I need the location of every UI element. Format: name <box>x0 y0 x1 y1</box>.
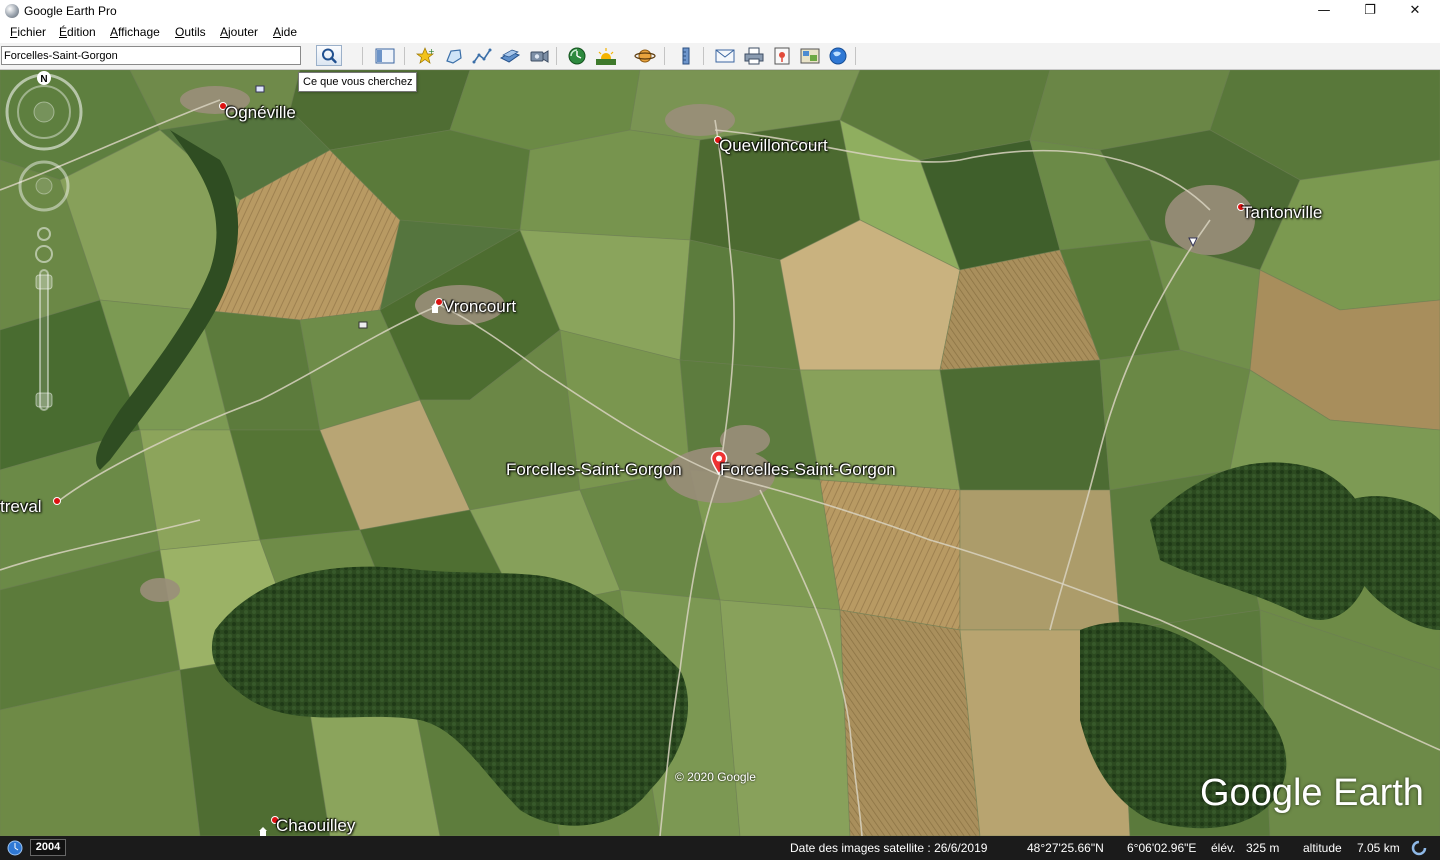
toolbar: + <box>0 43 1440 70</box>
elevation-value: 325 m <box>1246 841 1280 855</box>
close-button[interactable]: ✕ <box>1392 0 1438 22</box>
print-button[interactable] <box>743 46 765 66</box>
sidebar-toggle-button[interactable] <box>374 46 396 66</box>
menu-bar: Fichier Édition Affichage Outils Ajouter… <box>0 22 1440 43</box>
add-placemark-icon: + <box>415 47 435 64</box>
add-path-button[interactable] <box>471 46 493 66</box>
menu-edition[interactable]: Édition <box>59 25 96 39</box>
map-view[interactable]: Ognéville Quevilloncourt Tantonville Vro… <box>0 70 1440 836</box>
historical-imagery-button[interactable] <box>566 46 588 66</box>
add-placemark-button[interactable]: + <box>414 46 436 66</box>
toolbar-separator <box>556 47 557 65</box>
ruler-button[interactable] <box>675 46 697 66</box>
email-button[interactable] <box>714 46 736 66</box>
earth-gallery-icon <box>829 47 847 65</box>
svg-text:+: + <box>428 47 435 56</box>
poi-icon[interactable] <box>358 320 368 330</box>
earth-gallery-button[interactable] <box>827 46 849 66</box>
toolbar-separator <box>703 47 704 65</box>
copyright-notice: © 2020 Google <box>675 770 756 784</box>
toolbar-separator <box>664 47 665 65</box>
window-title: Google Earth Pro <box>24 4 117 18</box>
streaming-progress-icon <box>1411 840 1427 856</box>
menu-outils[interactable]: Outils <box>175 25 206 39</box>
google-earth-app-icon <box>5 4 19 18</box>
add-path-icon <box>472 48 492 64</box>
add-polygon-icon <box>446 49 462 64</box>
add-image-overlay-icon <box>499 49 521 63</box>
google-earth-watermark: Google Earth <box>1200 772 1424 814</box>
historical-imagery-status-icon[interactable] <box>7 840 23 856</box>
toolbar-separator <box>362 47 363 65</box>
poi-icon[interactable] <box>1188 237 1198 247</box>
church-icon[interactable] <box>258 827 268 836</box>
place-marker[interactable] <box>53 497 61 505</box>
place-label[interactable]: Vroncourt <box>443 297 516 317</box>
save-image-icon <box>774 47 790 65</box>
place-label[interactable]: Tantonville <box>1242 203 1322 223</box>
altitude-label: altitude <box>1303 841 1342 855</box>
record-tour-button[interactable] <box>528 46 550 66</box>
place-label[interactable]: Forcelles-Saint-Gorgon <box>720 460 896 480</box>
history-year-badge[interactable]: 2004 <box>30 839 66 856</box>
add-polygon-button[interactable] <box>443 46 465 66</box>
save-image-button[interactable] <box>771 46 793 66</box>
altitude-value: 7.05 km <box>1357 841 1400 855</box>
sunlight-icon <box>596 48 616 65</box>
move-joystick[interactable] <box>18 160 70 212</box>
elevation-label: élév. <box>1211 841 1236 855</box>
view-in-maps-button[interactable] <box>799 46 821 66</box>
search-input[interactable] <box>1 46 301 65</box>
view-in-maps-icon <box>800 48 820 64</box>
compass-north-letter: N <box>40 74 47 85</box>
search-tooltip: Ce que vous cherchez <box>298 72 418 92</box>
sidebar-toggle-icon <box>375 48 395 64</box>
ruler-icon <box>682 47 690 65</box>
place-label[interactable]: treval <box>0 497 42 517</box>
place-label[interactable]: Ognéville <box>225 103 296 123</box>
minimize-button[interactable]: — <box>1301 0 1347 22</box>
place-label[interactable]: Chaouilley <box>276 816 355 836</box>
latitude-readout: 48°27'25.66"N <box>1027 841 1104 855</box>
record-tour-icon <box>530 50 549 63</box>
planets-icon <box>634 49 656 63</box>
sunlight-button[interactable] <box>595 46 617 66</box>
planets-button[interactable] <box>634 46 656 66</box>
menu-fichier[interactable]: Fichier <box>10 25 46 39</box>
historical-imagery-icon <box>568 47 586 65</box>
toolbar-separator <box>855 47 856 65</box>
restore-button[interactable]: ❐ <box>1347 0 1393 22</box>
zoom-slider[interactable] <box>35 227 53 411</box>
add-image-overlay-button[interactable] <box>499 46 521 66</box>
look-joystick[interactable] <box>5 73 83 151</box>
poi-icon[interactable] <box>255 84 265 94</box>
toolbar-separator <box>404 47 405 65</box>
navigation-controls[interactable]: N <box>0 70 88 420</box>
church-icon[interactable] <box>430 303 440 313</box>
print-icon <box>744 47 764 65</box>
menu-aide[interactable]: Aide <box>273 25 297 39</box>
menu-affichage[interactable]: Affichage <box>110 25 160 39</box>
place-label[interactable]: Forcelles-Saint-Gorgon <box>506 460 682 480</box>
menu-ajouter[interactable]: Ajouter <box>220 25 258 39</box>
search-button[interactable] <box>316 45 342 66</box>
imagery-date: Date des images satellite : 26/6/2019 <box>790 841 988 855</box>
search-icon <box>322 48 337 64</box>
email-icon <box>715 49 735 63</box>
longitude-readout: 6°06'02.96"E <box>1127 841 1197 855</box>
title-bar: Google Earth Pro — ❐ ✕ <box>0 0 1440 22</box>
place-label[interactable]: Quevilloncourt <box>719 136 828 156</box>
status-bar: 2004 Date des images satellite : 26/6/20… <box>0 836 1440 860</box>
